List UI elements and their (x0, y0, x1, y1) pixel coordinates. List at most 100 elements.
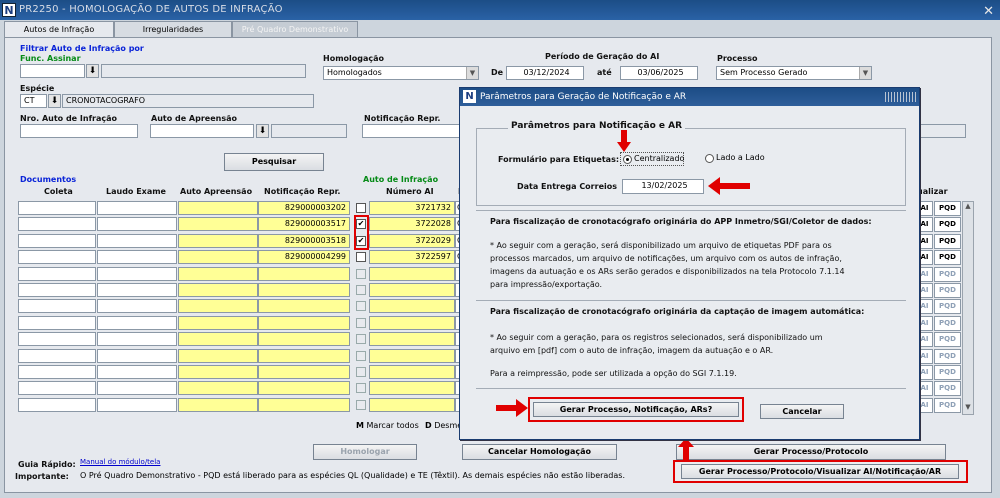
download-icon[interactable]: ⬇ (86, 64, 99, 78)
notificacao-cell[interactable] (258, 316, 350, 330)
numero-ai-cell[interactable]: 3722028 (369, 217, 455, 231)
auto-apreensao-cell[interactable] (178, 349, 258, 363)
homologar-button[interactable]: Homologar (313, 444, 417, 460)
visualizar-pqd-button[interactable]: PQD (934, 365, 961, 380)
row-checkbox[interactable] (356, 383, 366, 393)
laudo-cell[interactable] (97, 299, 177, 313)
laudo-cell[interactable] (97, 398, 177, 412)
notificacao-cell[interactable]: 829000003202 (258, 201, 350, 215)
visualizar-pqd-button[interactable]: PQD (934, 299, 961, 314)
gerar-notificacao-button[interactable]: Gerar Processo, Notificação, ARs? (533, 402, 739, 417)
grid-scrollbar[interactable]: ▲ ▼ (962, 201, 974, 415)
gerar-visualizar-button[interactable]: Gerar Processo/Protocolo/Visualizar AI/N… (673, 460, 968, 483)
row-checkbox[interactable] (356, 351, 366, 361)
auto-apreensao-cell[interactable] (178, 201, 258, 215)
notificacao-cell[interactable] (258, 267, 350, 281)
row-checkbox[interactable] (356, 318, 366, 328)
numero-ai-cell[interactable] (369, 365, 455, 379)
coleta-cell[interactable] (18, 217, 96, 231)
visualizar-pqd-button[interactable]: PQD (934, 381, 961, 396)
coleta-cell[interactable] (18, 349, 96, 363)
notificacao-cell[interactable] (258, 332, 350, 346)
laudo-cell[interactable] (97, 349, 177, 363)
numero-ai-cell[interactable] (369, 381, 455, 395)
coleta-cell[interactable] (18, 283, 96, 297)
desmarcar-todos[interactable]: D Desme (425, 421, 462, 430)
numero-ai-cell[interactable] (369, 283, 455, 297)
tab-irregularidades[interactable]: Irregularidades (114, 21, 232, 37)
notificacao-cell[interactable]: 829000004299 (258, 250, 350, 264)
coleta-cell[interactable] (18, 316, 96, 330)
notificacao-cell[interactable] (258, 299, 350, 313)
visualizar-pqd-button[interactable]: PQD (934, 267, 961, 282)
notificacao-cell[interactable]: 829000003517 (258, 217, 350, 231)
laudo-cell[interactable] (97, 250, 177, 264)
auto-apreensao-cell[interactable] (178, 332, 258, 346)
notificacao-cell[interactable] (258, 349, 350, 363)
chevron-down-icon[interactable]: ▼ (859, 67, 871, 79)
auto-apreensao-cell[interactable] (178, 250, 258, 264)
cancelar-button[interactable]: Cancelar (760, 404, 844, 419)
chevron-down-icon[interactable]: ▼ (466, 67, 478, 79)
opt-lado[interactable]: Lado a Lado (705, 152, 775, 166)
notificacao-input[interactable] (362, 124, 462, 138)
row-checkbox[interactable] (356, 334, 366, 344)
coleta-cell[interactable] (18, 332, 96, 346)
processo-select[interactable]: Sem Processo Gerado (716, 66, 872, 80)
scroll-up-icon[interactable]: ▲ (963, 202, 973, 213)
auto-apreensao-cell[interactable] (178, 381, 258, 395)
row-checkbox[interactable] (356, 252, 366, 262)
visualizar-pqd-button[interactable]: PQD (934, 283, 961, 298)
numero-ai-cell[interactable]: 3722597 (369, 250, 455, 264)
row-checkbox[interactable] (356, 285, 366, 295)
numero-ai-cell[interactable] (369, 398, 455, 412)
visualizar-pqd-button[interactable]: PQD (934, 332, 961, 347)
numero-ai-cell[interactable] (369, 299, 455, 313)
laudo-cell[interactable] (97, 332, 177, 346)
tab-pre-quadro[interactable]: Pré Quadro Demonstrativo (232, 21, 358, 37)
auto-apreensao-cell[interactable] (178, 365, 258, 379)
auto-apreensao-cell[interactable] (178, 267, 258, 281)
coleta-cell[interactable] (18, 299, 96, 313)
visualizar-pqd-button[interactable]: PQD (934, 398, 961, 413)
laudo-cell[interactable] (97, 365, 177, 379)
laudo-cell[interactable] (97, 381, 177, 395)
laudo-cell[interactable] (97, 217, 177, 231)
homologacao-select[interactable]: Homologados (323, 66, 479, 80)
notificacao-cell[interactable] (258, 283, 350, 297)
especie-code-input[interactable]: CT (20, 94, 47, 108)
radio-lado[interactable] (705, 154, 714, 163)
notificacao-cell[interactable] (258, 381, 350, 395)
visualizar-pqd-button[interactable]: PQD (934, 201, 961, 216)
data-entrega-input[interactable]: 13/02/2025 (622, 179, 704, 194)
coleta-cell[interactable] (18, 398, 96, 412)
opt-centralizado[interactable]: Centralizado (620, 152, 684, 166)
visualizar-pqd-button[interactable]: PQD (934, 349, 961, 364)
auto-apreensao-cell[interactable] (178, 299, 258, 313)
notificacao-cell[interactable] (258, 398, 350, 412)
visualizar-pqd-button[interactable]: PQD (934, 250, 961, 265)
auto-apreensao-cell[interactable] (178, 398, 258, 412)
marcar-todos[interactable]: M Marcar todos (356, 421, 419, 430)
close-icon[interactable]: ✕ (983, 2, 994, 22)
auto-apreensao-cell[interactable] (178, 283, 258, 297)
cancelar-homologacao-button[interactable]: Cancelar Homologação (462, 444, 617, 460)
coleta-cell[interactable] (18, 234, 96, 248)
manual-link[interactable]: Manual do módulo/tela (80, 458, 160, 466)
laudo-cell[interactable] (97, 234, 177, 248)
ate-date-input[interactable]: 03/06/2025 (620, 66, 698, 80)
coleta-cell[interactable] (18, 250, 96, 264)
func-assinar-input[interactable] (20, 64, 85, 78)
numero-ai-cell[interactable]: 3722029 (369, 234, 455, 248)
row-checkbox[interactable] (356, 301, 366, 311)
tab-autos-infracao[interactable]: Autos de Infração (4, 21, 114, 38)
visualizar-pqd-button[interactable]: PQD (934, 234, 961, 249)
scroll-down-icon[interactable]: ▼ (963, 403, 973, 414)
laudo-cell[interactable] (97, 267, 177, 281)
nro-auto-input[interactable] (20, 124, 138, 138)
row-checkbox[interactable] (356, 269, 366, 279)
numero-ai-cell[interactable] (369, 316, 455, 330)
auto-apreensao-input[interactable] (150, 124, 254, 138)
numero-ai-cell[interactable] (369, 349, 455, 363)
auto-apreensao-cell[interactable] (178, 316, 258, 330)
